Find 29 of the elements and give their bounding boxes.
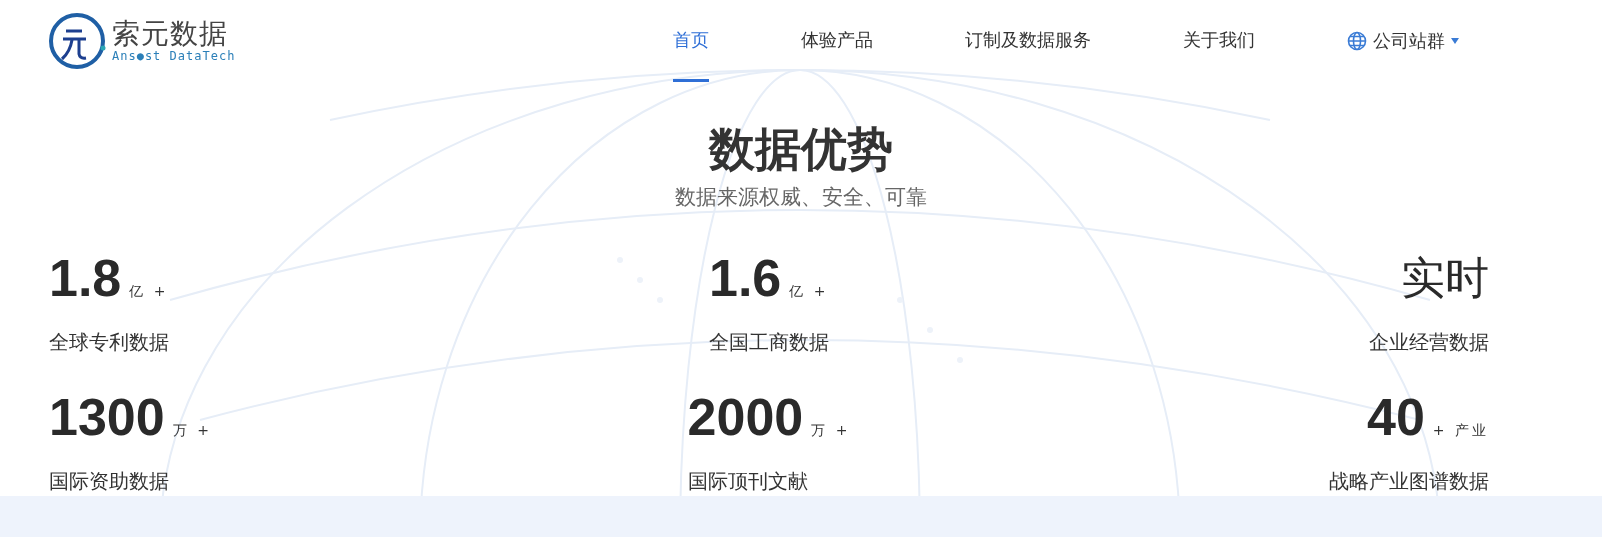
nav-tab[interactable]: 体验产品 bbox=[755, 0, 919, 82]
globe-icon bbox=[1347, 31, 1367, 51]
stat-label: 全国工商数据 bbox=[709, 329, 829, 357]
stat-value: 实时 bbox=[1401, 251, 1489, 306]
section-subtitle: 数据来源权威、安全、可靠 bbox=[675, 184, 927, 212]
stat-value: 40 bbox=[1366, 387, 1425, 449]
stat-value: 1.6 bbox=[709, 248, 782, 310]
nav-tab[interactable]: 关于我们 bbox=[1137, 0, 1301, 82]
logo-tagline: Ans●st DataTech bbox=[112, 49, 236, 64]
section-title: 数据优势 bbox=[709, 122, 893, 178]
nav-tab[interactable]: 首页 bbox=[627, 0, 755, 82]
stat-unit: 万 + bbox=[811, 422, 851, 441]
stat-label: 战略产业图谱数据 bbox=[1329, 468, 1489, 496]
stat-label: 全球专利数据 bbox=[49, 329, 169, 357]
stat-unit: 亿 + bbox=[129, 283, 169, 302]
stat-value: 1.8 bbox=[49, 248, 122, 310]
stat-label: 企业经营数据 bbox=[1369, 329, 1489, 357]
caret-icon bbox=[1451, 38, 1459, 44]
stat-value: 2000 bbox=[687, 387, 804, 449]
stat-unit: 亿 + bbox=[789, 283, 829, 302]
logo-icon bbox=[48, 12, 106, 70]
logo-name: 索元数据 bbox=[112, 18, 229, 50]
stat-unit: 万 + bbox=[172, 422, 212, 441]
stat-label: 国际资助数据 bbox=[49, 468, 169, 496]
stat-label: 国际顶刊文献 bbox=[687, 468, 808, 496]
stat-unit: + 产业 bbox=[1432, 422, 1489, 441]
site-group-menu[interactable]: 公司站群 bbox=[1347, 0, 1459, 82]
nav-tab[interactable]: 订制及数据服务 bbox=[919, 0, 1137, 82]
stat-value: 1300 bbox=[49, 387, 165, 449]
